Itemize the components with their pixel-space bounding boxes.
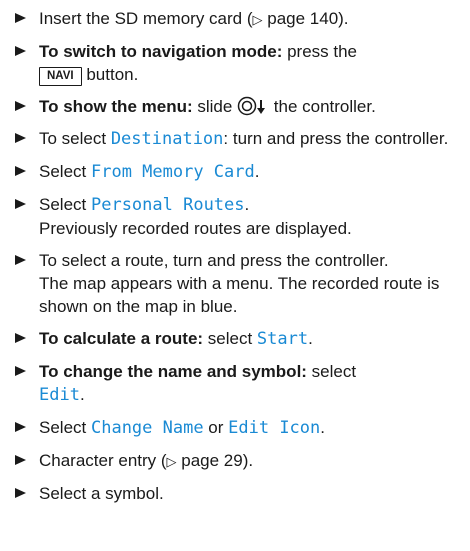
step-select-symbol: Select a symbol. — [15, 482, 458, 505]
menu-item-edit: Edit — [39, 385, 80, 405]
step-result: The map appears with a menu. The recorde… — [39, 274, 440, 316]
step-bullet-icon — [15, 46, 26, 56]
menu-item-edit-icon: Edit Icon — [228, 418, 321, 438]
step-bullet-icon — [15, 101, 26, 111]
step-select-route: To select a route, turn and press the co… — [15, 249, 458, 318]
step-text: . — [244, 195, 250, 214]
step-text: . — [79, 385, 85, 404]
step-result: Previously recorded routes are displayed… — [39, 219, 352, 238]
step-insert-sd-card: Insert the SD memory card (▷ page 140). — [15, 7, 458, 31]
menu-item-destination: Destination — [110, 129, 224, 149]
step-text: slide — [192, 97, 238, 116]
step-heading: To calculate a route: — [39, 329, 204, 348]
step-text: To select a route, turn and press the co… — [39, 251, 389, 270]
step-bullet-icon — [15, 133, 26, 143]
step-text: press the — [282, 42, 358, 61]
menu-item-start: Start — [256, 329, 309, 349]
step-bullet-icon — [15, 366, 26, 376]
step-heading: To show the menu: — [39, 97, 193, 116]
step-select-change-name-or-icon: Select Change Name or Edit Icon. — [15, 416, 458, 440]
page-ref-icon: ▷ — [166, 454, 177, 469]
step-text: Select — [39, 195, 91, 214]
step-text: page 29). — [176, 451, 254, 470]
step-text: Select a symbol. — [39, 484, 164, 503]
step-character-entry: Character entry (▷ page 29). — [15, 449, 458, 473]
step-text: or — [203, 418, 229, 437]
step-text: button. — [81, 65, 139, 84]
step-text: the controller. — [269, 97, 376, 116]
menu-item-change-name: Change Name — [90, 418, 204, 438]
step-bullet-icon — [15, 488, 26, 498]
step-select-destination: To select Destination: turn and press th… — [15, 127, 458, 151]
step-bullet-icon — [15, 333, 26, 343]
step-bullet-icon — [15, 13, 26, 23]
step-text: . — [320, 418, 325, 437]
step-text: : turn and press the controller. — [223, 129, 449, 148]
step-calculate-route: To calculate a route: select Start. — [15, 327, 458, 351]
step-text: Insert the SD memory card ( — [39, 9, 253, 28]
step-text: Character entry ( — [39, 451, 167, 470]
instruction-page: Insert the SD memory card (▷ page 140). … — [0, 0, 470, 551]
step-select-from-memory-card: Select From Memory Card. — [15, 160, 458, 184]
step-bullet-icon — [15, 255, 26, 265]
step-heading: To switch to navigation mode: — [39, 42, 283, 61]
menu-item-personal-routes: Personal Routes — [90, 195, 245, 215]
step-select-personal-routes: Select Personal Routes. Previously recor… — [15, 193, 458, 240]
step-text: page 140). — [262, 9, 349, 28]
step-change-name-symbol: To change the name and symbol: select Ed… — [15, 360, 458, 407]
step-bullet-icon — [15, 199, 26, 209]
step-text: . — [308, 329, 313, 348]
controller-slide-down-icon — [237, 96, 266, 116]
step-show-menu: To show the menu: slide the controller. — [15, 95, 458, 118]
step-bullet-icon — [15, 422, 26, 432]
menu-item-from-memory-card: From Memory Card — [90, 162, 255, 182]
step-text: . — [254, 162, 260, 181]
navi-button-key: NAVI — [39, 67, 82, 86]
page-ref-icon: ▷ — [252, 12, 263, 27]
step-bullet-icon — [15, 166, 26, 176]
step-heading: To change the name and symbol: — [39, 362, 307, 381]
step-text: Select — [39, 418, 91, 437]
step-switch-navigation-mode: To switch to navigation mode: press the … — [15, 40, 458, 86]
step-text: select — [306, 362, 357, 381]
step-text: To select — [39, 129, 111, 148]
step-text: select — [203, 329, 257, 348]
step-bullet-icon — [15, 455, 26, 465]
step-text: Select — [39, 162, 91, 181]
